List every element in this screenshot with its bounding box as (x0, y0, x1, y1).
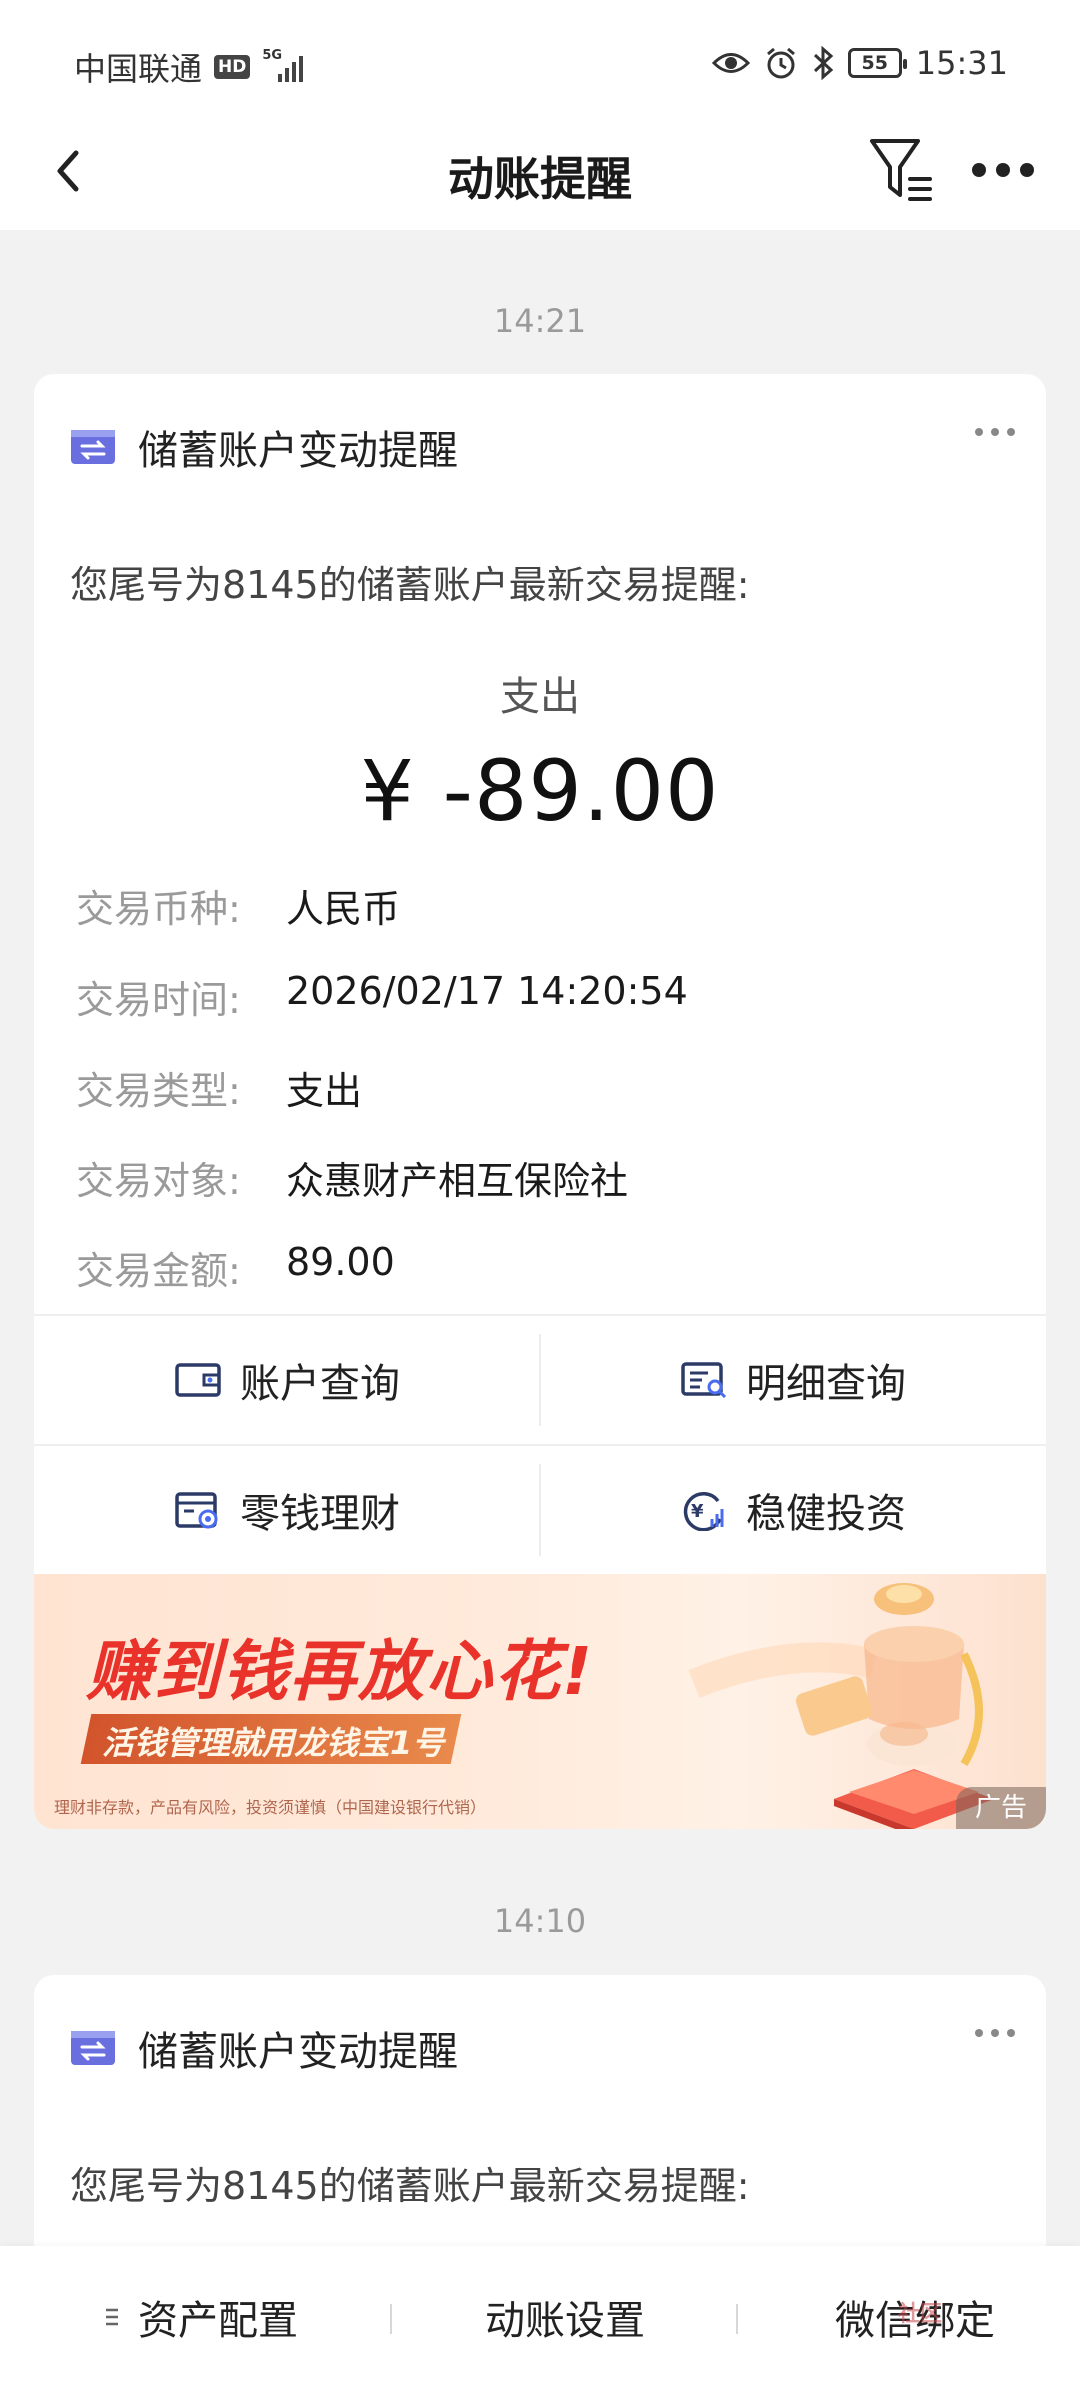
field-row-amount: 交易金额: 89.00 (76, 1240, 395, 1295)
status-bar: 中国联通 HD 5G 55 15:31 (0, 0, 1080, 130)
change-wealth-button[interactable]: 零钱理财 (34, 1446, 540, 1574)
asset-allocation-button[interactable]: 资产配置 (80, 2246, 320, 2388)
card-more-icon[interactable] (972, 422, 1018, 442)
clock-time: 15:31 (915, 44, 1008, 82)
status-left: 中国联通 HD 5G (74, 44, 304, 90)
card-intro-text: 您尾号为8145的储蓄账户最新交易提醒: (70, 563, 750, 607)
filter-icon[interactable] (866, 129, 938, 209)
watermark: 社区 (898, 2302, 943, 2327)
bottom-item-label: 动账设置 (485, 2298, 645, 2344)
notification-settings-button[interactable]: 动账设置 (440, 2246, 690, 2388)
network-type: 5G (262, 48, 283, 63)
alarm-icon (766, 47, 795, 79)
field-label: 交易金额: (76, 1249, 241, 1293)
banner-disclaimer: 理财非存款，产品有风险，投资须谨慎（中国建设银行代销） (54, 1798, 487, 1817)
action-row: 零钱理财 ¥ 稳健投资 (34, 1444, 1046, 1574)
field-row-type: 交易类型: 支出 (76, 1060, 362, 1115)
field-row-currency: 交易币种: 人民币 (76, 878, 400, 933)
wealth-icon (175, 1492, 218, 1529)
message-time: 14:10 (493, 1902, 587, 1940)
menu-lines-icon (106, 2308, 118, 2326)
message-time: 14:21 (493, 302, 587, 340)
account-query-button[interactable]: 账户查询 (34, 1316, 540, 1444)
action-row: 账户查询 明细查询 (34, 1314, 1046, 1444)
card-title: 储蓄账户变动提醒 (138, 428, 458, 474)
card-title: 储蓄账户变动提醒 (138, 2029, 458, 2075)
action-label: 稳健投资 (746, 1491, 906, 1537)
field-value: 89.00 (286, 1240, 395, 1284)
more-dots-icon[interactable] (968, 145, 1038, 195)
transaction-amount: ¥ -89.00 (360, 742, 720, 840)
carrier-name: 中国联通 (74, 50, 203, 88)
detail-search-icon (681, 1362, 727, 1399)
ad-tag: 广告 (956, 1787, 1046, 1829)
account-change-icon (71, 2031, 115, 2065)
field-label: 交易类型: (76, 1069, 241, 1113)
bottom-item-label: 资产配置 (138, 2298, 298, 2344)
field-label: 交易币种: (76, 887, 241, 931)
card-more-icon[interactable] (972, 2023, 1018, 2043)
status-right: 55 15:31 (711, 44, 1008, 82)
ad-banner[interactable]: 赚到钱再放心花! 活钱管理就用龙钱宝1号 理财非存款，产品有风险，投资须谨慎（中… (34, 1574, 1046, 1829)
notification-card: 储蓄账户变动提醒 您尾号为8145的储蓄账户最新交易提醒: (34, 1975, 1046, 2275)
signal-icon: 5G (262, 48, 304, 82)
wallet-icon (175, 1363, 221, 1397)
card-intro-text: 您尾号为8145的储蓄账户最新交易提醒: (70, 2164, 750, 2208)
divider (736, 2304, 738, 2334)
card-header: 储蓄账户变动提醒 (70, 418, 458, 476)
field-row-time: 交易时间: 2026/02/17 14:20:54 (76, 969, 688, 1024)
field-value: 2026/02/17 14:20:54 (286, 969, 688, 1013)
field-value: 众惠财产相互保险社 (286, 1159, 629, 1203)
direction-label: 支出 (500, 674, 580, 720)
field-label: 交易对象: (76, 1159, 241, 1203)
investment-icon: ¥ (683, 1491, 724, 1531)
svg-text:¥: ¥ (691, 1501, 704, 1522)
battery-icon: 55 (847, 48, 907, 78)
card-header: 储蓄账户变动提醒 (70, 2019, 458, 2077)
banner-coin-illustration (688, 1583, 994, 1829)
hd-badge: HD (214, 55, 251, 79)
field-row-counterparty: 交易对象: 众惠财产相互保险社 (76, 1150, 628, 1205)
field-label: 交易时间: (76, 978, 241, 1022)
steady-invest-button[interactable]: ¥ 稳健投资 (540, 1446, 1046, 1574)
detail-query-button[interactable]: 明细查询 (540, 1316, 1046, 1444)
bluetooth-icon (813, 46, 834, 80)
eye-icon (711, 53, 750, 73)
nav-bar: 动账提醒 (0, 115, 1080, 230)
field-value: 人民币 (286, 887, 401, 931)
action-label: 账户查询 (240, 1361, 400, 1407)
action-label: 明细查询 (746, 1361, 906, 1407)
field-value: 支出 (286, 1069, 363, 1113)
divider (390, 2304, 392, 2334)
action-label: 零钱理财 (240, 1491, 400, 1537)
banner-headline: 赚到钱再放心花! (86, 1633, 595, 1710)
notification-card: 储蓄账户变动提醒 您尾号为8145的储蓄账户最新交易提醒: 支出 ¥ -89.0… (34, 374, 1046, 1829)
account-change-icon (71, 430, 115, 464)
action-grid: 账户查询 明细查询 零钱理财 ¥ 稳健投资 (34, 1314, 1046, 1574)
banner-subline: 活钱管理就用龙钱宝1号 (102, 1724, 445, 1762)
